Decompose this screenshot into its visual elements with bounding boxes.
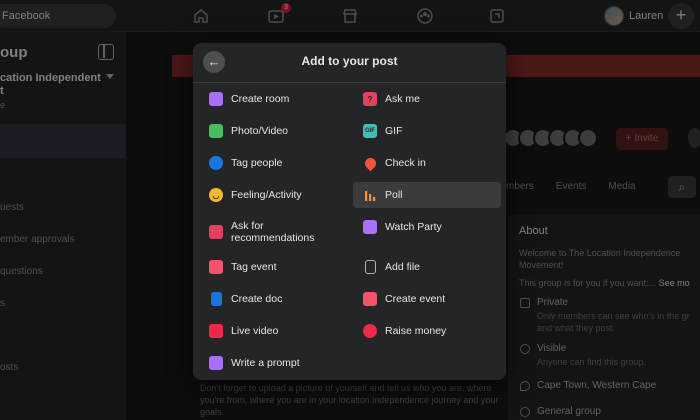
smiley-icon: ◡ xyxy=(209,188,223,202)
back-button[interactable]: ← xyxy=(203,51,225,73)
option-tag-event[interactable]: Tag event xyxy=(199,254,347,280)
prompt-icon xyxy=(209,356,223,370)
option-label: Ask me xyxy=(385,93,421,105)
option-label: Feeling/Activity xyxy=(231,189,302,201)
option-label: Create event xyxy=(385,293,446,305)
option-label: Poll xyxy=(385,189,403,201)
doc-icon xyxy=(210,292,222,306)
option-label: Add file xyxy=(385,261,421,273)
add-to-post-dialog: Add to your post ← Create room ? Ask me … xyxy=(193,43,506,380)
option-label: Tag event xyxy=(231,261,277,273)
option-ask-me[interactable]: ? Ask me xyxy=(353,86,501,112)
option-label: Raise money xyxy=(385,325,447,337)
calendar-event-icon xyxy=(363,292,377,306)
option-poll[interactable]: Poll xyxy=(353,182,501,208)
video-room-icon xyxy=(209,92,223,106)
option-label: Check in xyxy=(385,157,426,169)
calendar-icon xyxy=(209,260,223,274)
watch-party-icon xyxy=(363,220,377,234)
option-photo-video[interactable]: Photo/Video xyxy=(199,118,347,144)
option-live-video[interactable]: Live video xyxy=(199,318,347,344)
poll-icon xyxy=(365,191,376,201)
option-create-room[interactable]: Create room xyxy=(199,86,347,112)
location-pin-icon xyxy=(362,155,378,171)
recommendation-icon xyxy=(209,225,223,239)
option-check-in[interactable]: Check in xyxy=(353,150,501,176)
tag-people-icon xyxy=(209,156,223,170)
gif-icon: GIF xyxy=(363,124,377,138)
option-ask-for-recommendations[interactable]: Ask for recommendations xyxy=(199,214,347,250)
photo-icon xyxy=(209,124,223,138)
option-label: Live video xyxy=(231,325,279,337)
option-add-file[interactable]: Add file xyxy=(353,254,501,280)
file-icon xyxy=(364,260,376,274)
option-label: Watch Party xyxy=(385,221,442,233)
option-write-a-prompt[interactable]: Write a prompt xyxy=(199,350,347,376)
option-label: Tag people xyxy=(231,157,283,169)
option-label: Write a prompt xyxy=(231,357,300,369)
option-label: GIF xyxy=(385,125,403,137)
option-create-event[interactable]: Create event xyxy=(353,286,501,312)
option-feeling-activity[interactable]: ◡ Feeling/Activity xyxy=(199,182,347,208)
option-label: Photo/Video xyxy=(231,125,289,137)
option-label: Create doc xyxy=(231,293,283,305)
option-label: Create room xyxy=(231,93,290,105)
dialog-title: Add to your post xyxy=(301,54,398,68)
option-gif[interactable]: GIF GIF xyxy=(353,118,501,144)
question-icon: ? xyxy=(363,92,377,106)
option-raise-money[interactable]: Raise money xyxy=(353,318,501,344)
arrow-left-icon: ← xyxy=(207,54,221,69)
option-label: Ask for recommendations xyxy=(231,220,315,244)
option-tag-people[interactable]: Tag people xyxy=(199,150,347,176)
option-watch-party[interactable]: Watch Party xyxy=(353,214,501,240)
divider xyxy=(193,82,506,83)
fundraiser-icon xyxy=(363,324,377,338)
option-create-doc[interactable]: Create doc xyxy=(199,286,347,312)
live-video-icon xyxy=(209,324,223,338)
